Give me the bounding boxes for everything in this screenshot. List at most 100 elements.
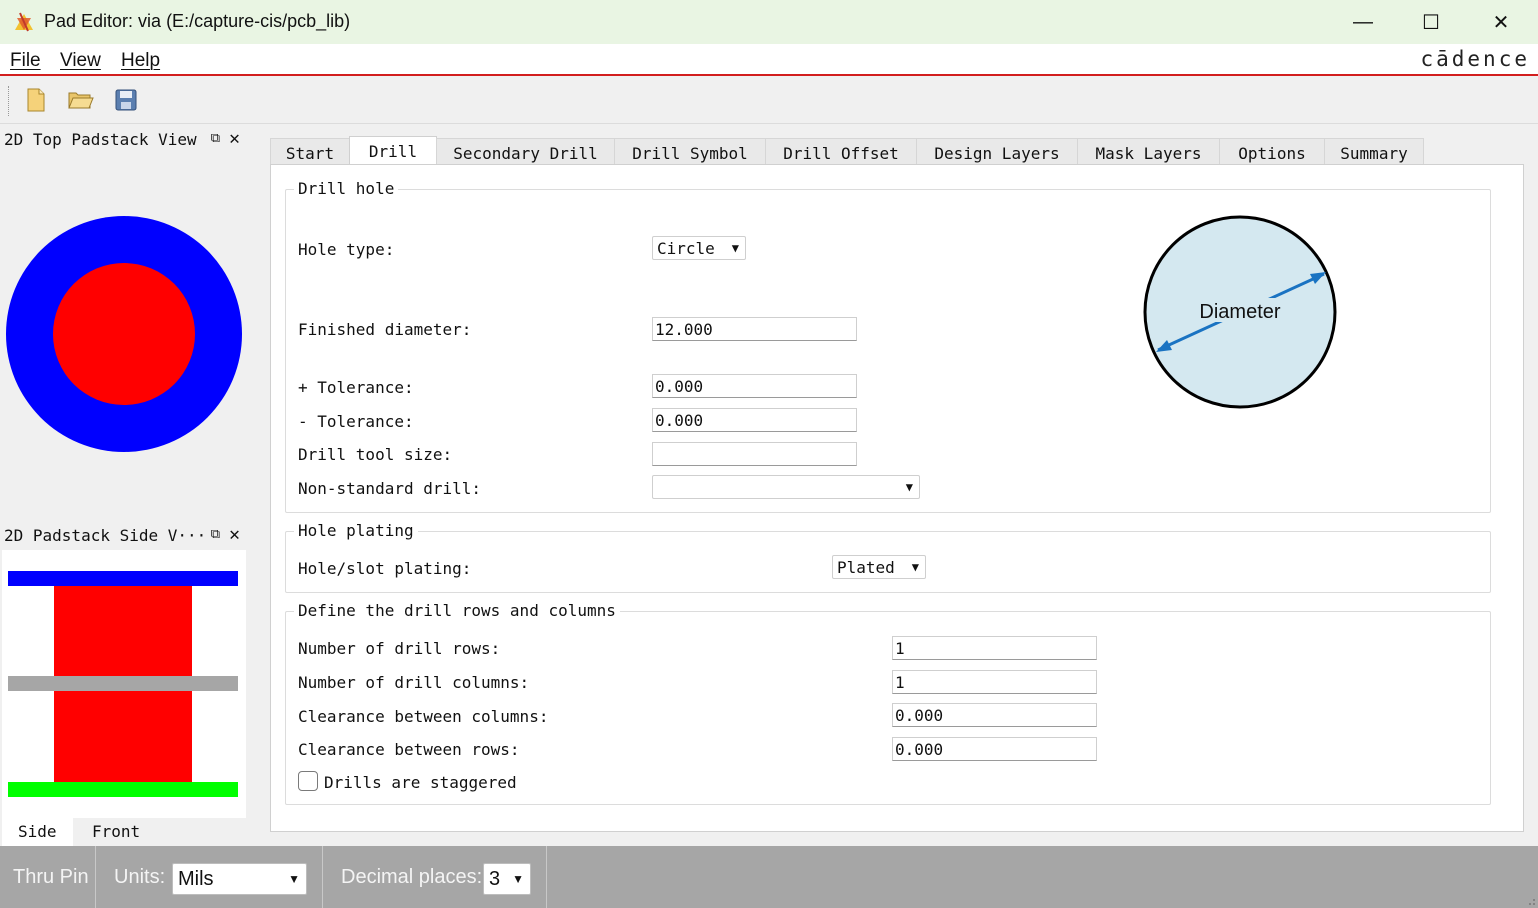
chevron-down-icon: ▼ <box>512 872 524 886</box>
tab-mask-layers[interactable]: Mask Layers <box>1077 138 1220 165</box>
chevron-down-icon: ▼ <box>905 480 913 494</box>
menu-file[interactable]: File <box>10 50 41 72</box>
tab-drill-symbol[interactable]: Drill Symbol <box>614 138 766 165</box>
menu-view[interactable]: View <box>60 50 101 72</box>
float-icon[interactable]: ⧉ <box>211 131 220 146</box>
chevron-down-icon: ▼ <box>911 560 919 574</box>
top-view-title: 2D Top Padstack View <box>4 130 197 149</box>
chevron-down-icon: ▼ <box>731 241 739 255</box>
top-padstack-drawing <box>6 216 242 452</box>
side-view-titlebar: 2D Padstack Side V··· ⧉ ✕ <box>0 522 250 550</box>
close-panel-icon[interactable]: ✕ <box>229 128 240 149</box>
tab-drill[interactable]: Drill <box>349 136 437 166</box>
units-label: Units: <box>114 866 166 888</box>
clearance-rows-field[interactable]: 0.000 <box>892 737 1097 761</box>
drill-hole-title: Drill hole <box>294 179 399 198</box>
units-value: Mils <box>178 868 214 890</box>
hole-type-value: Circle <box>657 239 715 258</box>
tab-summary[interactable]: Summary <box>1324 138 1424 165</box>
clearance-columns-field[interactable]: 0.000 <box>892 703 1097 727</box>
decimal-places-value: 3 <box>489 868 501 890</box>
drill-tab-page: Drill hole Hole type: Circle ▼ Finished … <box>270 164 1524 832</box>
float-icon[interactable]: ⧉ <box>211 527 220 542</box>
staggered-checkbox[interactable] <box>298 771 318 791</box>
minimize-button[interactable]: — <box>1328 0 1398 44</box>
tab-drill-offset[interactable]: Drill Offset <box>765 138 917 165</box>
clearance-columns-label: Clearance between columns: <box>298 707 549 726</box>
clearance-rows-label: Clearance between rows: <box>298 740 520 759</box>
diagram-label: Diameter <box>1199 301 1280 323</box>
minimize-icon: — <box>1353 10 1373 33</box>
minus-tolerance-field[interactable]: 0.000 <box>652 408 857 432</box>
diameter-diagram: Diameter <box>1142 214 1338 410</box>
close-panel-icon[interactable]: ✕ <box>229 524 240 545</box>
padstack-type-status: Thru Pin <box>13 866 89 888</box>
top-view-titlebar: 2D Top Padstack View ⧉ ✕ <box>0 126 250 154</box>
menu-help[interactable]: Help <box>121 50 160 72</box>
chevron-down-icon: ▼ <box>288 872 300 886</box>
non-standard-drill-select[interactable]: ▼ <box>652 475 920 499</box>
hole-plating-value: Plated <box>837 558 895 577</box>
hole-type-select[interactable]: Circle ▼ <box>652 236 746 260</box>
hole-plating-label: Hole/slot plating: <box>298 559 472 578</box>
cadence-logo: cādence <box>1420 47 1530 71</box>
title-bar: Pad Editor: via (E:/capture-cis/pcb_lib)… <box>0 0 1538 44</box>
main-panel: Start Drill Secondary Drill Drill Symbol… <box>268 124 1538 846</box>
panel-splitter[interactable] <box>254 124 268 846</box>
app-icon <box>15 12 33 32</box>
tab-design-layers[interactable]: Design Layers <box>916 138 1078 165</box>
tab-options[interactable]: Options <box>1219 138 1325 165</box>
hole-plating-select[interactable]: Plated ▼ <box>832 555 926 579</box>
non-standard-drill-label: Non-standard drill: <box>298 479 482 498</box>
top-padstack-view <box>2 154 252 520</box>
minus-tolerance-label: - Tolerance: <box>298 412 414 431</box>
maximize-button[interactable]: ☐ <box>1396 0 1466 44</box>
inner-layer-pad <box>8 676 238 691</box>
drill-hole-circle <box>53 263 195 405</box>
decimal-places-label: Decimal places: <box>341 866 483 888</box>
new-file-icon[interactable] <box>22 86 50 114</box>
tab-secondary-drill[interactable]: Secondary Drill <box>436 138 615 165</box>
hole-type-label: Hole type: <box>298 240 395 259</box>
status-bar: Thru Pin Units: Mils ▼ Decimal places: 3… <box>0 846 1538 908</box>
close-icon: ✕ <box>1492 11 1510 34</box>
side-tab-front[interactable]: Front <box>76 818 156 846</box>
open-folder-icon[interactable] <box>66 86 94 114</box>
drill-rows-columns-group: Define the drill rows and columns Number… <box>285 601 1491 805</box>
maximize-icon: ☐ <box>1422 11 1440 34</box>
decimal-places-select[interactable]: 3 ▼ <box>483 863 531 895</box>
hole-plating-group: Hole plating Hole/slot plating: Plated ▼ <box>285 521 1491 593</box>
drill-hole-group: Drill hole Hole type: Circle ▼ Finished … <box>285 179 1491 513</box>
drill-rows-label: Number of drill rows: <box>298 639 501 658</box>
drill-tool-size-field[interactable] <box>652 442 857 466</box>
side-view-title: 2D Padstack Side V··· <box>4 526 207 545</box>
close-button[interactable]: ✕ <box>1466 0 1536 44</box>
resize-grip-icon[interactable] <box>1524 894 1536 906</box>
plus-tolerance-label: + Tolerance: <box>298 378 414 397</box>
top-layer-pad <box>8 571 238 586</box>
finished-diameter-label: Finished diameter: <box>298 320 472 339</box>
hole-plating-title: Hole plating <box>294 521 418 540</box>
side-tab-side[interactable]: Side <box>2 818 73 846</box>
plus-tolerance-field[interactable]: 0.000 <box>652 374 857 398</box>
save-icon[interactable] <box>112 86 140 114</box>
drill-tool-size-label: Drill tool size: <box>298 445 453 464</box>
tab-start[interactable]: Start <box>270 138 350 165</box>
drill-columns-label: Number of drill columns: <box>298 673 530 692</box>
status-divider <box>95 846 96 908</box>
units-select[interactable]: Mils ▼ <box>172 863 307 895</box>
drill-columns-field[interactable]: 1 <box>892 670 1097 694</box>
toolbar <box>0 78 1538 124</box>
bottom-layer-pad <box>8 782 238 797</box>
status-divider <box>322 846 323 908</box>
side-padstack-view <box>2 550 246 818</box>
staggered-label: Drills are staggered <box>324 773 517 792</box>
toolbar-grip[interactable] <box>8 86 10 116</box>
drill-rows-columns-title: Define the drill rows and columns <box>294 601 620 620</box>
window-title: Pad Editor: via (E:/capture-cis/pcb_lib) <box>44 11 351 31</box>
side-view-tabs: Side Front <box>2 818 246 846</box>
drill-rows-field[interactable]: 1 <box>892 636 1097 660</box>
menu-bar: File View Help cādence <box>0 44 1538 76</box>
side-padstack-drawing <box>8 571 238 797</box>
finished-diameter-field[interactable]: 12.000 <box>652 317 857 341</box>
